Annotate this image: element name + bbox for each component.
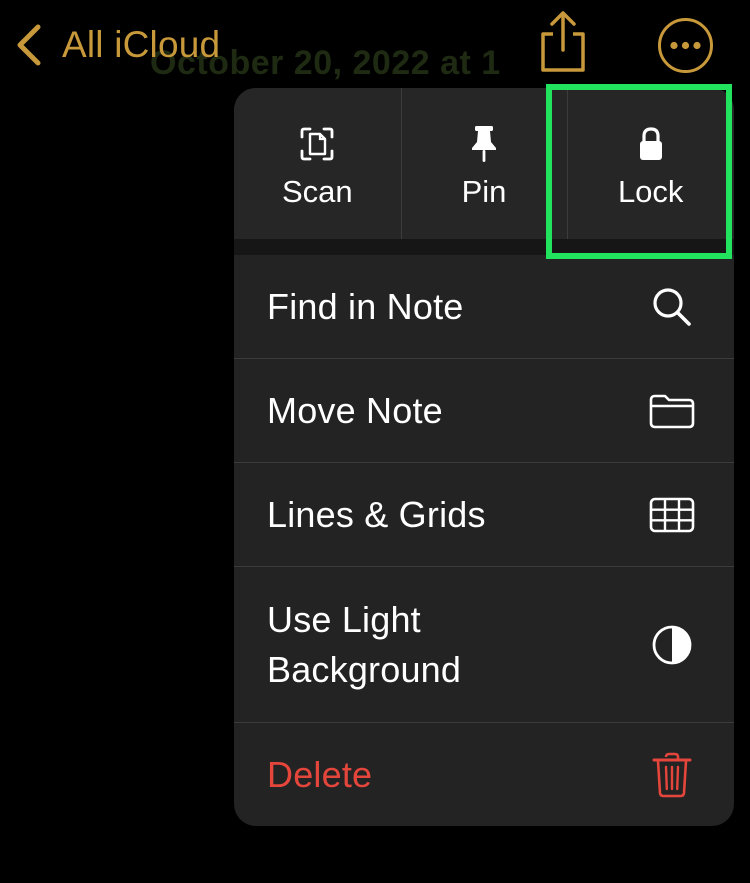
- share-icon: [536, 11, 590, 78]
- menu-section-separator: [234, 239, 734, 255]
- menu-item-lines-grids[interactable]: Lines & Grids: [234, 462, 734, 566]
- note-options-menu: Scan Pin Lock Find in Note Move Note Lin…: [234, 88, 734, 826]
- quick-actions-row: Scan Pin Lock: [234, 88, 734, 239]
- trash-icon: [646, 751, 698, 799]
- notes-screen: October 20, 2022 at 1 All iCloud Scan Pi…: [0, 0, 750, 883]
- search-icon: [646, 286, 698, 328]
- back-button[interactable]: All iCloud: [14, 18, 220, 72]
- menu-item-delete[interactable]: Delete: [234, 722, 734, 826]
- scan-label: Scan: [282, 174, 353, 209]
- more-button[interactable]: [657, 17, 714, 74]
- lock-label: Lock: [617, 174, 684, 209]
- ellipsis-circle-icon: [657, 18, 714, 78]
- menu-item-label: Delete: [267, 753, 373, 795]
- menu-item-find-in-note[interactable]: Find in Note: [234, 255, 734, 358]
- lock-button[interactable]: Lock: [567, 88, 734, 239]
- scan-document-icon: [299, 126, 335, 167]
- contrast-icon: [646, 624, 698, 666]
- pin-button[interactable]: Pin: [400, 88, 568, 239]
- menu-items-list: Find in Note Move Note Lines & Grids Use…: [234, 255, 734, 826]
- menu-item-move-note[interactable]: Move Note: [234, 358, 734, 462]
- grid-icon: [646, 496, 698, 534]
- lock-icon: [638, 126, 664, 167]
- menu-item-label: Find in Note: [267, 285, 464, 327]
- chevron-left-icon: [14, 23, 44, 67]
- menu-item-label: Use Light Background: [267, 598, 462, 690]
- scan-button[interactable]: Scan: [234, 88, 401, 239]
- menu-item-label: Move Note: [267, 389, 443, 431]
- menu-item-label: Lines & Grids: [267, 493, 486, 535]
- back-label: All iCloud: [62, 24, 221, 65]
- menu-item-use-light-background[interactable]: Use Light Background: [234, 566, 734, 722]
- folder-icon: [646, 392, 698, 430]
- share-button[interactable]: [536, 10, 590, 74]
- pin-icon: [469, 124, 499, 169]
- pin-label: Pin: [461, 174, 507, 209]
